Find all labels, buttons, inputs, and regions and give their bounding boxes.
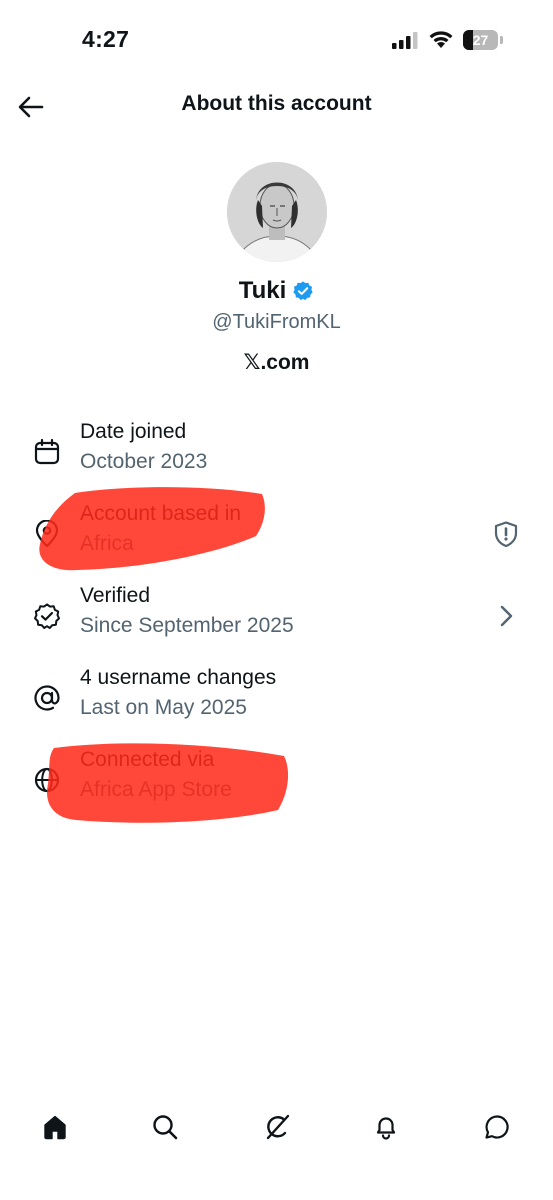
info-label: Account based in (80, 502, 242, 525)
verified-badge-icon (293, 281, 313, 301)
info-value: Last on May 2025 (80, 696, 247, 719)
info-value: Africa App Store (80, 778, 232, 801)
profile-name-row: Tuki (0, 277, 553, 305)
avatar[interactable] (227, 162, 327, 262)
battery-level: 27 (472, 32, 489, 48)
info-value: Since September 2025 (80, 614, 294, 637)
at-sign-icon (34, 685, 60, 711)
status-time: 4:27 (82, 26, 130, 52)
nav-messages[interactable] (480, 1110, 514, 1144)
info-label: Verified (80, 584, 151, 607)
info-label: Date joined (80, 420, 187, 443)
bottom-nav (0, 1100, 553, 1156)
info-label: 4 username changes (80, 666, 277, 689)
nav-grok[interactable] (260, 1110, 294, 1144)
search-icon (153, 1115, 178, 1140)
shield-alert-icon[interactable] (492, 520, 520, 548)
nav-home[interactable] (38, 1110, 72, 1144)
notifications-icon (376, 1117, 396, 1140)
profile-site-link[interactable]: 𝕏.com (0, 350, 553, 375)
messages-icon (485, 1115, 509, 1139)
cellular-signal-icon (392, 32, 418, 49)
info-row-account-based-in: Account based in Africa (0, 502, 553, 572)
wifi-icon (429, 31, 453, 48)
info-row-connected-via: Connected via Africa App Store (0, 748, 553, 818)
profile-name: Tuki (238, 277, 287, 304)
page-title: About this account (181, 92, 372, 115)
grok-icon (266, 1114, 290, 1140)
nav-notifications[interactable] (369, 1110, 403, 1144)
location-pin-icon (35, 520, 59, 548)
info-value: October 2023 (80, 450, 208, 473)
info-row-username-changes: 4 username changes Last on May 2025 (0, 666, 553, 736)
info-label: Connected via (80, 748, 215, 771)
about-account-screen: 4:27 27 About this account Tuki @TukiFro… (0, 0, 553, 1200)
info-row-date-joined: Date joined October 2023 (0, 420, 553, 490)
calendar-icon (34, 438, 60, 465)
chevron-right-icon (500, 605, 513, 627)
globe-icon (34, 767, 60, 793)
info-value: Africa (80, 532, 134, 555)
status-bar: 4:27 27 (0, 0, 553, 80)
profile-handle[interactable]: @TukiFromKL (0, 311, 553, 334)
home-icon (44, 1115, 66, 1140)
verified-check-icon (34, 603, 60, 629)
battery-icon: 27 (463, 30, 503, 50)
avatar-image (227, 162, 327, 262)
info-row-verified[interactable]: Verified Since September 2025 (0, 584, 553, 654)
nav-search[interactable] (148, 1110, 182, 1144)
